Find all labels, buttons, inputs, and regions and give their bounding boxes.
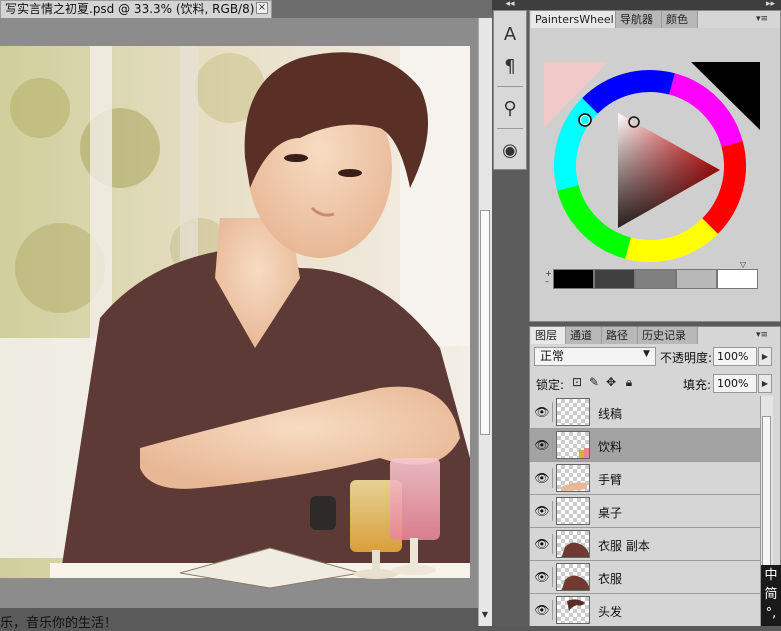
layer-thumbnail <box>556 530 590 558</box>
blend-mode-select[interactable]: 正常 <box>534 347 656 366</box>
canvas-bottom-text: 乐，音乐你的生活！ <box>0 616 118 631</box>
canvas-area[interactable] <box>0 18 478 608</box>
swatch-marker-icon: ▽ <box>740 260 747 269</box>
layer-row[interactable]: 👁︎ 桌子 <box>530 495 760 528</box>
document-tab-title: 写实言情之初夏.psd @ 33.3% (饮料, RGB/8) * <box>5 2 265 16</box>
brushes-panel-icon[interactable]: ◉ <box>497 138 523 164</box>
eye-icon[interactable]: 👁︎ <box>532 534 553 554</box>
tab-paths[interactable]: 路径 <box>602 327 638 344</box>
swatch[interactable] <box>553 269 594 289</box>
layer-thumbnail <box>556 497 590 525</box>
dock-divider <box>497 128 523 129</box>
lock-position-icon[interactable]: ✥ <box>604 375 618 389</box>
layer-thumbnail <box>556 563 590 591</box>
eye-icon[interactable]: 👁︎ <box>532 402 553 422</box>
character-panel-icon[interactable]: A <box>497 22 523 48</box>
lock-label: 锁定: <box>536 378 565 392</box>
layer-name: 线稿 <box>598 407 623 421</box>
layer-row[interactable]: 👁︎ 衣服 副本 <box>530 528 760 561</box>
opacity-label: 不透明度: <box>660 351 713 365</box>
swatch[interactable] <box>635 269 676 289</box>
layers-scroll-thumb[interactable] <box>762 416 771 566</box>
tab-navigator[interactable]: 导航器 <box>616 11 662 28</box>
layer-list: 👁︎ 线稿 👁︎ 饮料 👁︎ 手臂 👁︎ 桌子 👁︎ 衣服 副本 👁︎ 衣服 👁… <box>530 396 760 626</box>
opacity-input[interactable]: 100% <box>713 347 757 366</box>
eye-icon[interactable]: 👁︎ <box>532 567 553 587</box>
tab-layers[interactable]: 图层 <box>531 327 566 344</box>
swatch-plus-minus[interactable]: + – <box>545 270 552 286</box>
document-tab[interactable]: 写实言情之初夏.psd @ 33.3% (饮料, RGB/8) * <box>0 0 272 18</box>
clone-source-panel-icon[interactable]: ⚲ <box>497 96 523 122</box>
layer-thumbnail <box>556 398 590 426</box>
lock-transparency-icon[interactable]: ⊡ <box>570 375 584 389</box>
ime-simplified-button[interactable]: 简 <box>762 585 780 604</box>
collapse-dock-button[interactable]: ◂◂ <box>492 0 528 10</box>
layer-name: 饮料 <box>598 440 623 454</box>
swatch[interactable] <box>676 269 717 289</box>
layer-row-selected[interactable]: 👁︎ 饮料 <box>530 429 760 462</box>
scroll-down-arrow-icon[interactable]: ▼ <box>480 610 490 622</box>
expand-panels-button[interactable]: ▸▸ <box>528 0 781 10</box>
lock-all-icon[interactable]: 🔒︎ <box>622 375 636 390</box>
layer-thumbnail <box>556 464 590 492</box>
swatch[interactable] <box>717 269 758 289</box>
layer-name: 头发 <box>598 605 623 619</box>
remove-swatch-icon[interactable]: – <box>545 278 552 286</box>
layer-row[interactable]: 👁︎ 线稿 <box>530 396 760 429</box>
layer-name: 衣服 副本 <box>598 539 650 553</box>
blend-mode-value: 正常 <box>540 349 565 363</box>
ime-punctuation-button[interactable]: °, <box>762 604 780 623</box>
grayscale-swatches <box>553 269 758 289</box>
eye-icon[interactable]: 👁︎ <box>532 600 553 620</box>
layer-name: 手臂 <box>598 473 623 487</box>
eye-icon[interactable]: 👁︎ <box>532 435 553 455</box>
chevron-down-icon: ▼ <box>643 349 650 359</box>
opacity-slider-toggle[interactable]: ▶ <box>758 347 772 366</box>
layers-menu-icon[interactable]: ▾≡ <box>756 330 768 340</box>
close-document-button[interactable]: × <box>256 2 268 14</box>
eye-icon[interactable]: 👁︎ <box>532 501 553 521</box>
panel-menu-icon[interactable]: ▾≡ <box>756 14 768 24</box>
layer-name: 桌子 <box>598 506 623 520</box>
eye-icon[interactable]: 👁︎ <box>532 468 553 488</box>
layer-name: 衣服 <box>598 572 623 586</box>
fill-input[interactable]: 100% <box>713 374 757 393</box>
lock-pixels-icon[interactable]: ✎ <box>587 375 601 389</box>
tab-color[interactable]: 颜色 <box>662 11 698 28</box>
document-tabbar-background <box>272 0 492 18</box>
layer-thumbnail <box>556 431 590 459</box>
fill-label: 填充: <box>683 378 712 392</box>
dock-divider <box>497 86 523 87</box>
layer-thumbnail <box>556 596 590 624</box>
canvas-painting[interactable] <box>0 18 478 608</box>
tab-history[interactable]: 历史记录 <box>638 327 698 344</box>
fill-slider-toggle[interactable]: ▶ <box>758 374 772 393</box>
layer-row[interactable]: 👁︎ 手臂 <box>530 462 760 495</box>
ime-chinese-mode-button[interactable]: 中 <box>762 566 780 585</box>
swatch[interactable] <box>594 269 635 289</box>
paragraph-panel-icon[interactable]: ¶ <box>497 54 523 80</box>
canvas-scroll-thumb[interactable] <box>480 210 490 435</box>
layer-row[interactable]: 👁︎ 衣服 <box>530 561 760 594</box>
tab-painterswheel[interactable]: PaintersWheel <box>531 11 616 28</box>
tab-channels[interactable]: 通道 <box>566 327 602 344</box>
layer-row[interactable]: 👁︎ 头发 <box>530 594 760 626</box>
